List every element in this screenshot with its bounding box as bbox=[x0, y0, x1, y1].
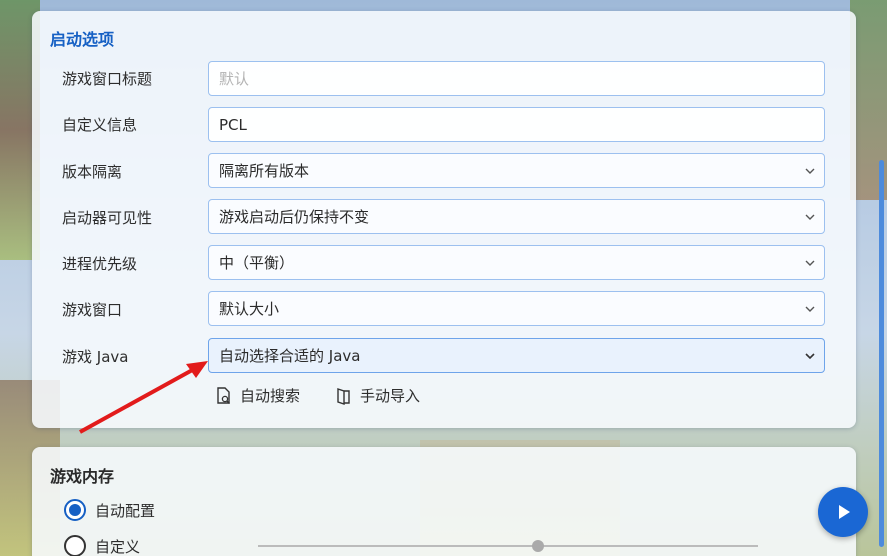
process-priority-label: 进程优先级 bbox=[62, 255, 138, 273]
memory-slider-thumb[interactable] bbox=[532, 540, 544, 552]
auto-search-label: 自动搜索 bbox=[240, 387, 301, 405]
memory-slider-track[interactable] bbox=[258, 545, 758, 547]
manual-import-label: 手动导入 bbox=[360, 387, 421, 405]
file-search-icon bbox=[217, 386, 230, 404]
launch-options-card: 启动选项 游戏窗口标题 默认 自定义信息 PCL 版本隔离 隔离所有版本 启动器… bbox=[32, 11, 856, 428]
radio-unselected-icon bbox=[64, 535, 86, 556]
chevron-down-icon bbox=[805, 214, 815, 220]
chevron-down-icon bbox=[805, 306, 815, 312]
scrollbar[interactable] bbox=[879, 160, 884, 547]
launch-play-button[interactable] bbox=[818, 487, 868, 537]
game-java-value: 自动选择合适的 Java bbox=[219, 347, 361, 365]
game-window-value: 默认大小 bbox=[219, 300, 280, 318]
game-memory-title: 游戏内存 bbox=[50, 467, 115, 486]
launcher-visibility-select[interactable]: 游戏启动后仍保持不变 bbox=[208, 199, 825, 234]
process-priority-value: 中（平衡） bbox=[219, 254, 295, 272]
custom-radio[interactable]: 自定义 bbox=[64, 535, 140, 556]
version-isolation-select[interactable]: 隔离所有版本 bbox=[208, 153, 825, 188]
custom-info-label: 自定义信息 bbox=[62, 116, 138, 134]
launch-options-title: 启动选项 bbox=[50, 30, 115, 49]
process-priority-select[interactable]: 中（平衡） bbox=[208, 245, 825, 280]
window-title-input[interactable]: 默认 bbox=[208, 61, 825, 96]
launcher-visibility-value: 游戏启动后仍保持不变 bbox=[219, 208, 370, 226]
game-java-select[interactable]: 自动选择合适的 Java bbox=[208, 338, 825, 373]
game-window-label: 游戏窗口 bbox=[62, 301, 123, 319]
game-window-select[interactable]: 默认大小 bbox=[208, 291, 825, 326]
window-title-label: 游戏窗口标题 bbox=[62, 70, 153, 88]
auto-config-radio[interactable]: 自动配置 bbox=[64, 499, 155, 521]
manual-import-button[interactable]: 手动导入 bbox=[334, 385, 420, 406]
launcher-visibility-label: 启动器可见性 bbox=[62, 209, 153, 227]
auto-search-button[interactable]: 自动搜索 bbox=[214, 385, 300, 406]
custom-info-input[interactable]: PCL bbox=[208, 107, 825, 142]
radio-selected-icon bbox=[64, 499, 86, 521]
version-isolation-value: 隔离所有版本 bbox=[219, 162, 310, 180]
custom-label: 自定义 bbox=[95, 537, 141, 556]
book-open-icon bbox=[337, 387, 350, 405]
game-memory-card: 游戏内存 自动配置 自定义 bbox=[32, 447, 856, 556]
play-icon bbox=[839, 505, 850, 519]
chevron-down-icon bbox=[805, 168, 815, 174]
chevron-down-icon bbox=[805, 260, 815, 266]
version-isolation-label: 版本隔离 bbox=[62, 163, 123, 181]
game-java-label: 游戏 Java bbox=[62, 348, 129, 366]
auto-config-label: 自动配置 bbox=[95, 501, 156, 520]
chevron-down-icon bbox=[805, 353, 815, 360]
